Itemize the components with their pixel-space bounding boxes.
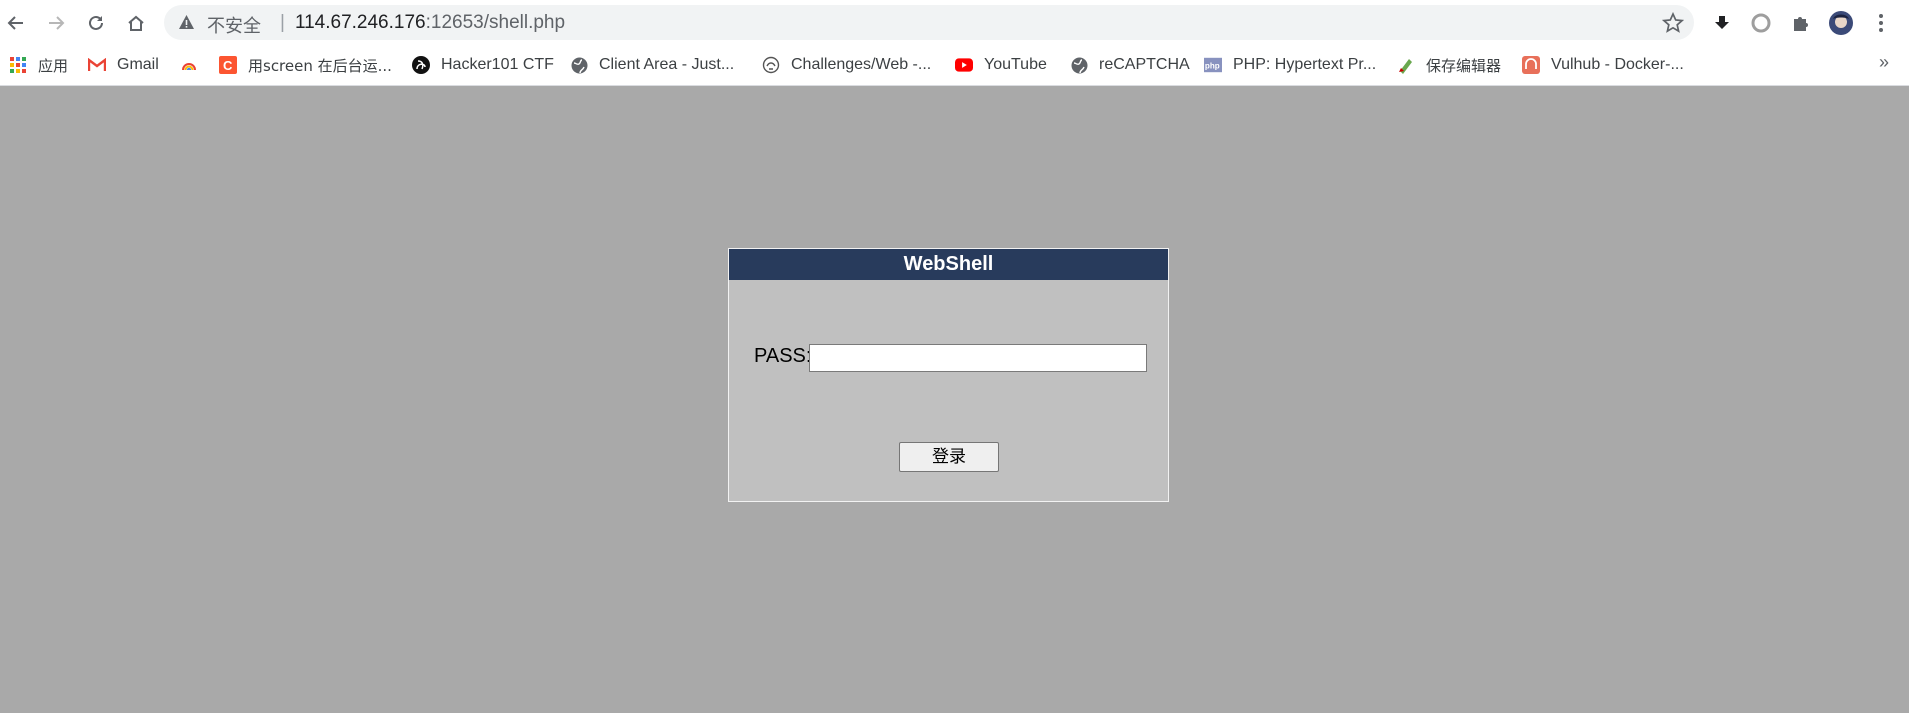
url-path: :12653/shell.php [425,12,566,33]
webshell-login-panel: WebShell PASS: 登录 [728,248,1169,502]
editor-icon [1397,56,1415,74]
url-separator: | [280,12,285,33]
url-host: 114.67.246.176 [294,12,426,33]
bookmark-label: YouTube [984,56,1047,73]
warning-icon [179,15,194,29]
arrow-right-icon [49,16,65,30]
home-button[interactable] [120,7,152,39]
bookmark-label: reCAPTCHA [1099,56,1190,73]
url-text: | 114.67.246.176:12653/shell.php [280,12,565,34]
bookmark-apps[interactable]: 应用 [9,54,68,76]
profile-avatar[interactable] [1828,10,1854,36]
globe-icon [1070,56,1088,74]
gmail-icon [88,56,106,74]
bookmark-vulhub[interactable]: Vulhub - Docker-... [1522,54,1684,76]
bookmark-rainbow[interactable] [180,54,209,76]
address-bar[interactable]: 不安全 | 114.67.246.176:12653/shell.php [164,5,1694,40]
bookmark-php[interactable]: php PHP: Hypertext Pr... [1204,54,1376,76]
bookmark-label: Vulhub - Docker-... [1551,56,1684,73]
rootme-icon [762,56,780,74]
bookmark-label: Client Area - Just... [599,56,735,73]
extensions-button[interactable] [1788,10,1814,36]
password-input[interactable] [809,344,1147,372]
reload-button[interactable] [80,7,112,39]
bookmark-label: 应用 [38,56,69,75]
forward-button[interactable] [40,7,72,39]
security-label: 不安全 [207,16,261,37]
back-button[interactable] [0,7,32,39]
home-icon [128,15,144,31]
svg-text:php: php [1205,62,1220,71]
bookmark-label: Hacker101 CTF [441,56,554,73]
bookmark-client-area[interactable]: Client Area - Just... [570,54,734,76]
kebab-menu-icon [1879,14,1883,32]
svg-text:C: C [223,58,233,73]
pass-label: PASS: [754,345,812,367]
menu-button[interactable] [1868,10,1894,36]
hacker101-icon [412,56,430,74]
bookmark-label: Challenges/Web -... [791,56,932,73]
youtube-icon [955,56,973,74]
browser-toolbar: 不安全 | 114.67.246.176:12653/shell.php [0,0,1909,45]
bookmark-star-icon[interactable] [1662,12,1684,34]
bookmark-recaptcha[interactable]: reCAPTCHA [1070,54,1190,76]
vulhub-icon [1522,56,1540,74]
extension-circle-button[interactable] [1748,10,1774,36]
bookmark-challenges[interactable]: Challenges/Web -... [762,54,931,76]
reload-icon [89,15,103,30]
globe-icon [570,56,588,74]
bookmark-label: Gmail [117,56,159,73]
bookmarks-bar: 应用 Gmail C 用screen 在后台运... Hacker101 CTF… [0,45,1909,86]
apps-grid-icon [9,56,27,74]
csdn-icon: C [219,56,237,74]
avatar-icon [1829,11,1853,35]
bookmark-youtube[interactable]: YouTube [955,54,1047,76]
download-arrow-icon [1715,16,1729,29]
arrow-left-icon [7,16,23,30]
bookmark-label: PHP: Hypertext Pr... [1233,56,1377,73]
bookmark-editor[interactable]: 保存编辑器 [1397,54,1501,76]
rainbow-icon [180,56,198,74]
bookmarks-overflow-button[interactable]: » [1879,52,1889,73]
bookmark-gmail[interactable]: Gmail [88,54,159,76]
puzzle-icon [1794,17,1808,31]
circle-extension-icon [1751,13,1771,33]
login-button[interactable]: 登录 [899,442,999,472]
bookmark-label: 用screen 在后台运... [248,56,392,75]
bookmark-hacker101[interactable]: Hacker101 CTF [412,54,554,76]
download-button[interactable] [1709,10,1735,36]
bookmark-csdn[interactable]: C 用screen 在后台运... [219,54,392,76]
panel-title: WebShell [729,249,1168,280]
php-icon: php [1204,56,1222,74]
bookmark-label: 保存编辑器 [1426,56,1502,75]
